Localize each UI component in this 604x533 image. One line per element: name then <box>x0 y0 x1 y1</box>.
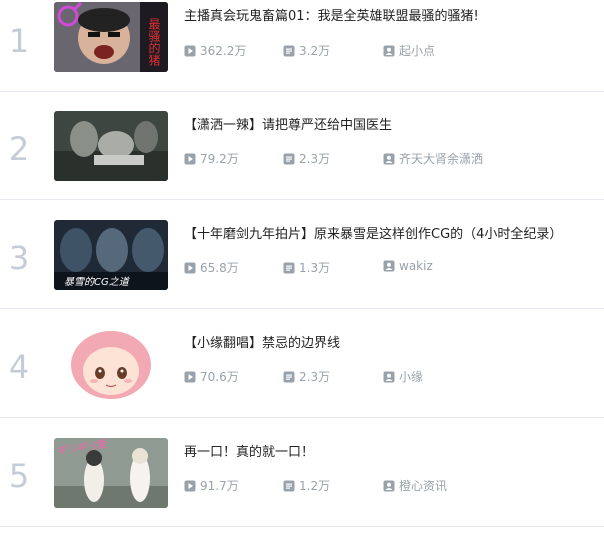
rank-number: 3 <box>8 239 30 277</box>
rank-number: 1 <box>8 22 30 60</box>
play-count-icon <box>184 262 196 273</box>
rank-number: 4 <box>8 348 30 386</box>
play-count-icon <box>184 480 196 491</box>
uploader-icon <box>383 371 395 382</box>
video-meta: 79.2万 2.3万 齐天大肾余潇洒 <box>184 150 600 166</box>
danmaku-count: 1.2万 <box>299 479 331 493</box>
danmaku-count: 3.2万 <box>299 44 331 58</box>
list-item[interactable]: 4 【小缘翻唱】禁忌的边界线 70.6万 2.3万 小缘 <box>0 310 604 418</box>
list-item[interactable]: 3 暴雪的CG之道 【十年磨剑九年拍片】原来暴雪是这样创作CG的（4小时全纪录）… <box>0 201 604 309</box>
list-item[interactable]: 2 【潇洒一辣】请把尊严还给中国医生 79.2万 2.3万 齐天大肾余潇洒 <box>0 92 604 200</box>
uploader-icon <box>383 480 395 491</box>
play-count: 65.8万 <box>200 261 239 275</box>
danmaku-icon <box>283 371 295 382</box>
video-meta: 362.2万 3.2万 起小点 <box>184 42 600 58</box>
uploader-icon <box>383 153 395 164</box>
video-title[interactable]: 主播真会玩鬼畜篇01：我是全英雄联盟最骚的骚猪! <box>184 5 600 24</box>
video-meta: 70.6万 2.3万 小缘 <box>184 368 600 384</box>
video-title[interactable]: 【潇洒一辣】请把尊严还给中国医生 <box>184 114 600 133</box>
play-count: 79.2万 <box>200 152 239 166</box>
video-meta: 91.7万 1.2万 橙心资讯 <box>184 477 600 493</box>
thumbnail-image: 最骚的猪 <box>54 2 168 72</box>
video-thumbnail[interactable]: 最骚的猪 <box>54 2 168 72</box>
danmaku-icon <box>283 153 295 164</box>
danmaku-icon <box>283 262 295 273</box>
uploader-icon <box>383 45 395 56</box>
danmaku-count: 1.3万 <box>299 261 331 275</box>
danmaku-icon <box>283 480 295 491</box>
thumbnail-caption: 最骚的猪 <box>147 18 161 67</box>
thumbnail-image: ギリギリ愛 <box>54 438 168 508</box>
play-count: 362.2万 <box>200 44 247 58</box>
thumbnail-image: 暴雪的CG之道 <box>54 220 168 290</box>
thumbnail-image <box>54 111 168 181</box>
play-count: 70.6万 <box>200 370 239 384</box>
rank-number: 2 <box>8 130 30 168</box>
danmaku-count: 2.3万 <box>299 152 331 166</box>
ranking-list: 1 最骚的猪 主播真会玩鬼畜篇01：我是全英雄联盟最骚的骚猪! 362.2万 3… <box>0 0 604 533</box>
video-thumbnail[interactable] <box>54 329 168 399</box>
video-title[interactable]: 【小缘翻唱】禁忌的边界线 <box>184 332 600 351</box>
danmaku-icon <box>283 45 295 56</box>
video-title[interactable]: 【十年磨剑九年拍片】原来暴雪是这样创作CG的（4小时全纪录） <box>184 223 600 242</box>
video-thumbnail[interactable]: 暴雪的CG之道 <box>54 220 168 290</box>
video-thumbnail[interactable] <box>54 111 168 181</box>
uploader-name[interactable]: 起小点 <box>399 42 435 59</box>
video-meta: 65.8万 1.3万 wakiz <box>184 259 600 275</box>
list-item[interactable]: 1 最骚的猪 主播真会玩鬼畜篇01：我是全英雄联盟最骚的骚猪! 362.2万 3… <box>0 0 604 92</box>
play-count-icon <box>184 371 196 382</box>
rank-number: 5 <box>8 457 30 495</box>
thumbnail-caption: 暴雪的CG之道 <box>64 276 131 288</box>
list-item[interactable]: 5 ギリギリ愛 再一口！真的就一口！ 91.7万 1.2万 橙心资讯 <box>0 419 604 527</box>
uploader-name[interactable]: 小缘 <box>399 368 423 385</box>
play-count: 91.7万 <box>200 479 239 493</box>
uploader-name[interactable]: 齐天大肾余潇洒 <box>399 150 483 167</box>
video-thumbnail[interactable]: ギリギリ愛 <box>54 438 168 508</box>
uploader-icon <box>383 260 395 272</box>
thumbnail-image <box>54 329 168 399</box>
video-title[interactable]: 再一口！真的就一口！ <box>184 441 600 460</box>
uploader-name[interactable]: wakiz <box>399 259 433 273</box>
danmaku-count: 2.3万 <box>299 370 331 384</box>
play-count-icon <box>184 45 196 56</box>
uploader-name[interactable]: 橙心资讯 <box>399 477 447 494</box>
play-count-icon <box>184 153 196 164</box>
